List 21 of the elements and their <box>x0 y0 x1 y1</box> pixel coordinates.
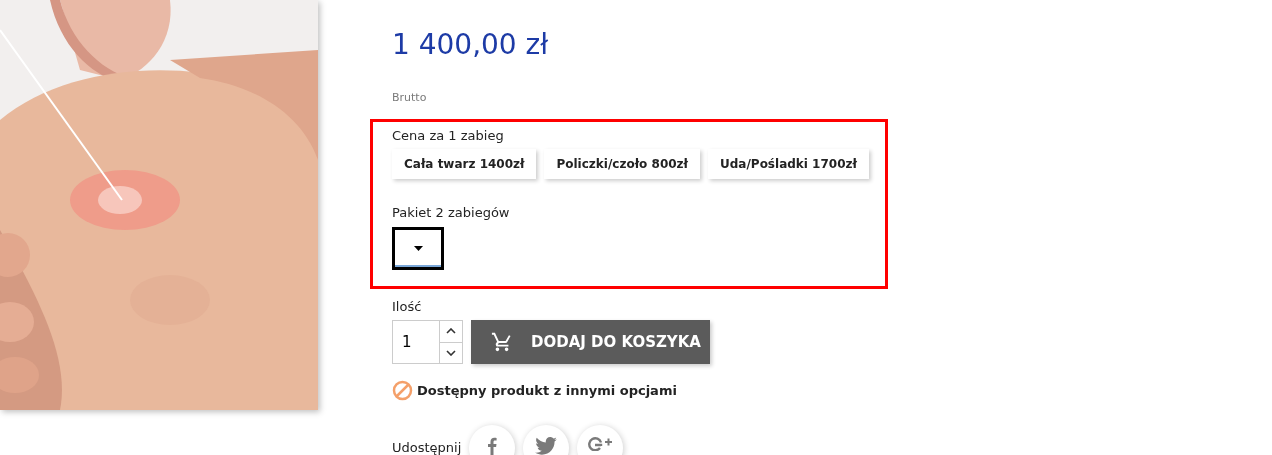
quantity-label: Ilość <box>392 297 423 316</box>
cart-icon <box>491 331 513 353</box>
option-button[interactable]: Uda/Pośladki 1700zł <box>708 149 869 179</box>
option-button[interactable]: Policzki/czoło 800zł <box>544 149 700 179</box>
price-note: Brutto <box>392 90 428 106</box>
caret-icon <box>413 245 423 251</box>
product-price: 1 400,00 zł <box>392 27 550 63</box>
dropdown[interactable] <box>392 226 444 270</box>
chevron-up-icon <box>446 328 456 335</box>
google-plus-icon <box>588 437 613 451</box>
quantity-field[interactable]: 1 <box>392 320 439 364</box>
option-button[interactable]: Cała twarz 1400zł <box>392 149 537 179</box>
option-label: Cena za 1 zabieg <box>392 126 505 145</box>
unavailable-icon <box>392 380 413 401</box>
option-label: Pakiet 2 zabiegów <box>392 204 511 222</box>
share-label: Udostępnij <box>392 440 462 455</box>
bird-icon <box>535 437 558 455</box>
chevron-down-icon <box>446 349 456 356</box>
add-to-cart-button[interactable]: DODAJ DO KOSZYKA <box>471 320 710 364</box>
facebook-icon <box>487 437 498 455</box>
availability-text: Dostępny produkt z innymi opcjami <box>417 381 677 400</box>
